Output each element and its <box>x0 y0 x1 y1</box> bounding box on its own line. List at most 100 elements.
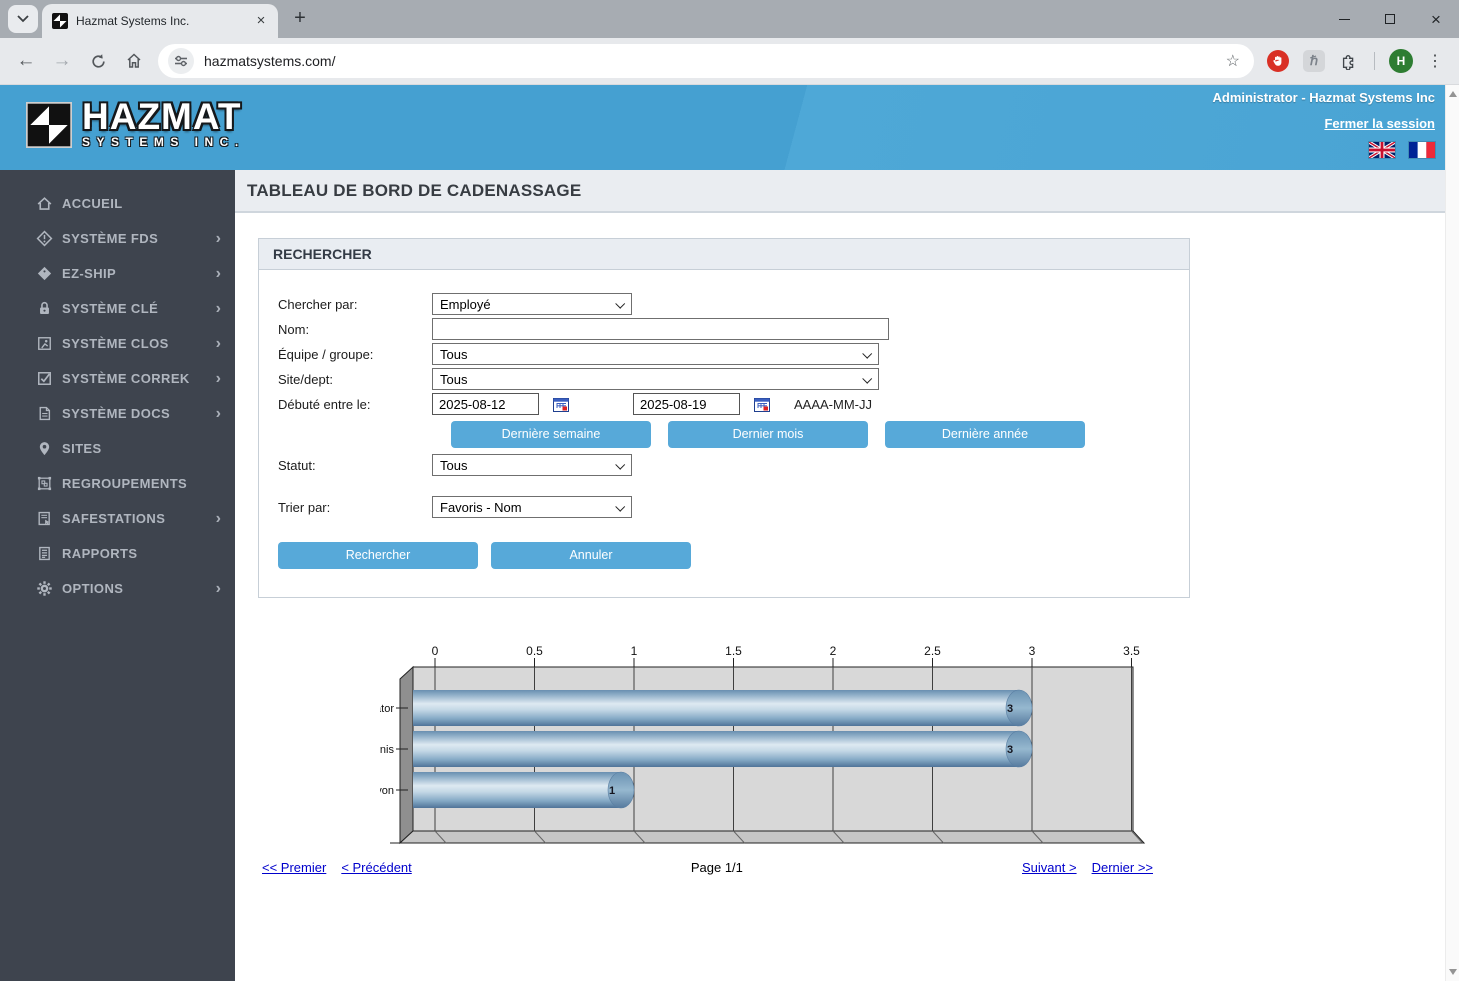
new-tab-button[interactable]: + <box>286 5 314 33</box>
back-button[interactable]: ← <box>10 45 42 77</box>
reload-button[interactable] <box>82 45 114 77</box>
site-settings-button[interactable] <box>168 48 194 74</box>
site-dept-value: Tous <box>440 372 467 387</box>
x-axis-tick-label: 2 <box>830 644 837 658</box>
sidebar-item-systeme-fds[interactable]: SYSTÈME FDS› <box>0 221 235 256</box>
last-month-button[interactable]: Dernier mois <box>668 421 868 448</box>
sidebar-item-ez-ship[interactable]: EZ-SHIP› <box>0 256 235 291</box>
browser-tab[interactable]: Hazmat Systems Inc. × <box>42 4 278 38</box>
sort-by-label: Trier par: <box>278 500 432 515</box>
browser-menu-button[interactable]: ⋮ <box>1427 51 1443 71</box>
x-axis-tick-label: 1 <box>631 644 638 658</box>
reload-icon <box>90 53 107 70</box>
confined-space-icon <box>36 335 53 352</box>
blocker-extension-icon[interactable] <box>1267 50 1289 72</box>
sidebar-item-systeme-correk[interactable]: SYSTÈME CORREK› <box>0 361 235 396</box>
browser-toolbar: ← → hazmatsystems.com/ ☆ ℏ <box>0 38 1459 85</box>
sidebar-item-accueil[interactable]: ACCUEIL <box>0 186 235 221</box>
tab-search-button[interactable] <box>8 5 38 33</box>
checkbox-icon <box>36 370 53 387</box>
sidebar-item-label: ACCUEIL <box>62 196 221 211</box>
sidebar-item-rapports[interactable]: RAPPORTS <box>0 536 235 571</box>
cancel-button[interactable]: Annuler <box>491 542 691 569</box>
started-between-label: Débuté entre le: <box>278 397 432 412</box>
home-button[interactable] <box>118 45 150 77</box>
bar-administrator <box>413 690 1019 726</box>
scroll-up-icon[interactable] <box>1449 91 1457 97</box>
bookmark-star-icon[interactable]: ☆ <box>1226 51 1240 71</box>
lock-icon <box>36 300 53 317</box>
date-from-input[interactable]: 2025-08-12 <box>432 393 539 415</box>
last-week-button[interactable]: Dernière semaine <box>451 421 651 448</box>
first-page-link[interactable]: << Premier <box>262 860 326 875</box>
browser-tab-strip: Hazmat Systems Inc. × + × <box>0 0 1459 38</box>
forward-button[interactable]: → <box>46 45 78 77</box>
sidebar-item-sites[interactable]: SITES <box>0 431 235 466</box>
toolbar-divider <box>1374 52 1375 70</box>
submenu-chevron-icon: › <box>216 231 221 247</box>
app-body: ACCUEILSYSTÈME FDS›EZ-SHIP›SYSTÈME CLÉ›S… <box>0 170 1445 981</box>
next-page-link[interactable]: Suivant > <box>1022 860 1077 875</box>
window-minimize-button[interactable] <box>1321 0 1367 38</box>
sidebar-item-label: SITES <box>62 441 221 456</box>
h-extension-icon[interactable]: ℏ <box>1303 50 1325 72</box>
tab-close-icon[interactable]: × <box>252 12 270 30</box>
team-group-select[interactable]: Tous <box>432 343 879 365</box>
search-panel: RECHERCHER Chercher par: Employé Nom: <box>258 238 1190 598</box>
pagination: << Premier < Précédent Page 1/1 Suivant … <box>262 860 1153 875</box>
bar-value-label: 3 <box>1007 744 1013 756</box>
logout-link[interactable]: Fermer la session <box>1324 116 1435 131</box>
x-axis-tick-label: 2.5 <box>924 644 941 658</box>
calendar-from-button[interactable] <box>553 397 569 412</box>
france-flag-icon[interactable] <box>1409 142 1435 158</box>
sidebar-item-regroupements[interactable]: REGROUPEMENTS <box>0 466 235 501</box>
sidebar-item-safestations[interactable]: SAFESTATIONS› <box>0 501 235 536</box>
language-flags <box>1212 142 1435 158</box>
submenu-chevron-icon: › <box>216 406 221 422</box>
close-icon: × <box>1431 11 1441 28</box>
safestation-icon <box>36 510 53 527</box>
group-icon <box>36 475 53 492</box>
team-group-label: Équipe / groupe: <box>278 347 432 362</box>
name-input[interactable] <box>432 318 889 340</box>
profile-avatar[interactable]: H <box>1389 49 1413 73</box>
bar-chart-svg: 00.511.522.533.53★ Administrator3★ Chris… <box>380 641 1146 853</box>
site-dept-select[interactable]: Tous <box>432 368 879 390</box>
sidebar-item-label: SYSTÈME CLÉ <box>62 301 216 316</box>
url-bar[interactable]: hazmatsystems.com/ ☆ <box>158 44 1254 78</box>
status-select[interactable]: Tous <box>432 454 632 476</box>
x-axis-tick-label: 0 <box>432 644 439 658</box>
window-close-button[interactable]: × <box>1413 0 1459 38</box>
extensions-button[interactable] <box>1337 49 1361 73</box>
sort-by-select[interactable]: Favoris - Nom <box>432 496 632 518</box>
hazmat-logo-icon <box>26 102 72 148</box>
page-scrollbar[interactable] <box>1445 85 1459 981</box>
search-button[interactable]: Rechercher <box>278 542 478 569</box>
window-maximize-button[interactable] <box>1367 0 1413 38</box>
name-label: Nom: <box>278 322 432 337</box>
site-header: HAZMAT SYSTEMS INC. Administrator - Hazm… <box>0 85 1445 170</box>
sidebar-item-systeme-clos[interactable]: SYSTÈME CLOS› <box>0 326 235 361</box>
chevron-down-icon <box>615 299 625 309</box>
scroll-down-icon[interactable] <box>1449 969 1457 975</box>
url-text[interactable]: hazmatsystems.com/ <box>204 53 1226 69</box>
prev-page-link[interactable]: < Précédent <box>341 860 411 875</box>
submenu-chevron-icon: › <box>216 301 221 317</box>
x-axis-tick-label: 3 <box>1029 644 1036 658</box>
bar-martin-doyon <box>413 772 621 808</box>
sidebar-item-systeme-docs[interactable]: SYSTÈME DOCS› <box>0 396 235 431</box>
search-by-select[interactable]: Employé <box>432 293 632 315</box>
uk-flag-icon[interactable] <box>1369 142 1395 158</box>
sidebar-item-options[interactable]: OPTIONS› <box>0 571 235 606</box>
last-page-link[interactable]: Dernier >> <box>1092 860 1153 875</box>
last-year-button[interactable]: Dernière année <box>885 421 1085 448</box>
sidebar-item-label: OPTIONS <box>62 581 216 596</box>
date-to-input[interactable]: 2025-08-19 <box>633 393 740 415</box>
submenu-chevron-icon: › <box>216 581 221 597</box>
sidebar-item-systeme-cle[interactable]: SYSTÈME CLÉ› <box>0 291 235 326</box>
favicon-hazmat-icon <box>52 13 68 29</box>
map-pin-icon <box>36 440 53 457</box>
calendar-to-button[interactable] <box>754 397 770 412</box>
chevron-down-icon <box>862 349 872 359</box>
submenu-chevron-icon: › <box>216 371 221 387</box>
